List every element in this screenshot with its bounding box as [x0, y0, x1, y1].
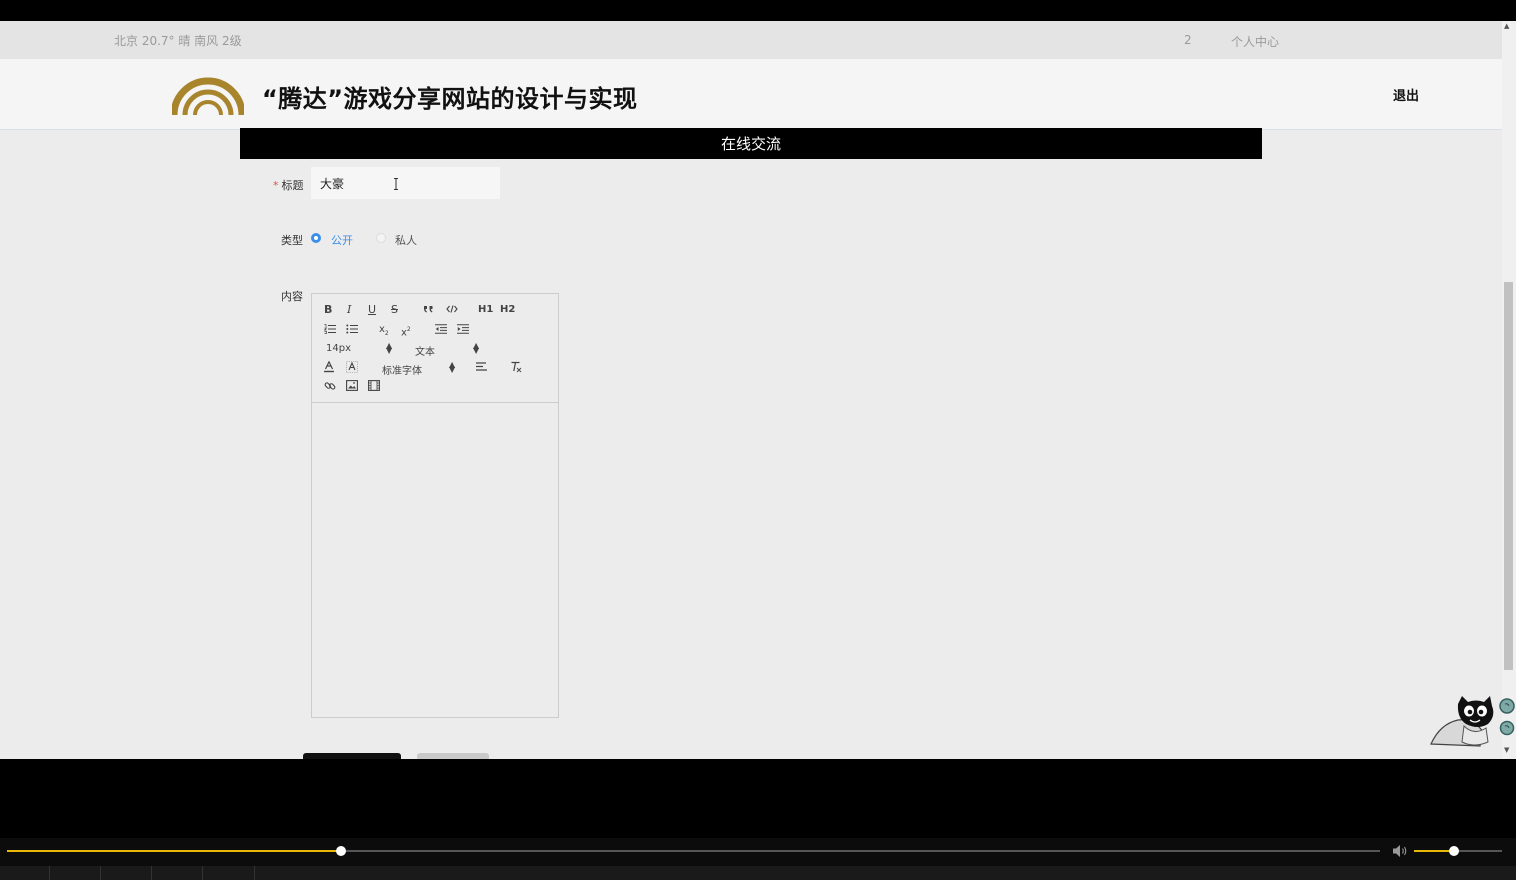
- clear-format-icon[interactable]: [510, 361, 522, 373]
- taskbar-item[interactable]: [203, 866, 255, 880]
- reset-button[interactable]: [417, 753, 489, 759]
- title-input[interactable]: [311, 167, 500, 199]
- weather-text: 北京 20.7° 晴 南风 2级: [114, 34, 242, 48]
- taskbar-item[interactable]: [152, 866, 203, 880]
- radio-public[interactable]: [311, 233, 321, 243]
- bottom-taskbar: [0, 866, 1516, 880]
- header-select-value: 文本: [415, 347, 435, 358]
- page: 北京 20.7° 晴 南风 2级 2 个人中心 “腾达”游戏分享网站的设计与实现…: [0, 21, 1502, 759]
- logout-button[interactable]: 退出: [1393, 85, 1419, 104]
- editor-content-area[interactable]: [312, 403, 558, 717]
- volume-handle[interactable]: [1448, 846, 1459, 856]
- message-count[interactable]: 2: [1184, 33, 1192, 47]
- site-logo-icon: [172, 77, 244, 116]
- radio-private[interactable]: [376, 233, 386, 243]
- taskbar-item[interactable]: [101, 866, 152, 880]
- header-select[interactable]: 文本 ▲ ▼: [415, 341, 480, 359]
- taskbar-item[interactable]: [0, 866, 50, 880]
- editor-toolbar: B I U S H1 H2 x2 x2 14px ▲ ▼ 文本 ▲ ▼ 标准字体…: [312, 294, 558, 403]
- select-arrows-icon: ▲ ▼: [473, 341, 480, 355]
- header1-button[interactable]: H1: [478, 304, 493, 316]
- italic-button[interactable]: I: [347, 304, 351, 316]
- image-icon[interactable]: [346, 380, 358, 391]
- scrollbar-thumb[interactable]: [1504, 282, 1513, 670]
- radio-public-label[interactable]: 公开: [331, 232, 353, 248]
- align-icon[interactable]: [476, 362, 488, 372]
- volume-track[interactable]: [1414, 846, 1502, 856]
- font-family-select[interactable]: 标准字体 ▲ ▼: [382, 360, 457, 378]
- font-family-value: 标准字体: [382, 366, 422, 377]
- site-title: “腾达”游戏分享网站的设计与实现: [262, 85, 638, 113]
- indent-icon[interactable]: [457, 324, 469, 334]
- code-icon[interactable]: [446, 304, 458, 314]
- font-size-value: 14px: [326, 343, 351, 354]
- type-label: 类型: [281, 234, 303, 247]
- subscript-icon[interactable]: x2: [379, 324, 389, 340]
- taskbar-item[interactable]: [50, 866, 101, 880]
- title-label-text: 标题: [281, 179, 304, 192]
- outdent-icon[interactable]: [435, 324, 447, 334]
- section-title-bar: 在线交流: [240, 128, 1262, 159]
- select-arrows-icon: ▲ ▼: [449, 360, 456, 374]
- site-header: “腾达”游戏分享网站的设计与实现 退出: [0, 59, 1502, 130]
- scroll-up-icon[interactable]: ▲: [1504, 22, 1509, 30]
- radio-private-label[interactable]: 私人: [395, 232, 417, 248]
- mascot-icon: [1430, 696, 1515, 747]
- required-mark: *: [273, 179, 279, 192]
- title-label: * 标题: [273, 177, 304, 193]
- superscript-icon[interactable]: x2: [401, 324, 411, 339]
- ordered-list-icon[interactable]: [324, 324, 336, 334]
- font-size-select[interactable]: 14px ▲ ▼: [326, 341, 393, 355]
- volume-icon[interactable]: [1392, 844, 1408, 858]
- progress-handle[interactable]: [335, 846, 346, 856]
- volume-fill: [1414, 850, 1454, 852]
- header2-button[interactable]: H2: [500, 304, 515, 316]
- top-info-bar: 北京 20.7° 晴 南风 2级 2 个人中心: [0, 21, 1502, 59]
- background-color-icon[interactable]: [346, 361, 358, 373]
- rich-text-editor: B I U S H1 H2 x2 x2 14px ▲ ▼ 文本 ▲ ▼ 标准字体…: [311, 293, 559, 718]
- video-icon[interactable]: [368, 380, 380, 391]
- link-icon[interactable]: [324, 380, 336, 392]
- content-label: 内容: [281, 290, 303, 303]
- font-color-icon[interactable]: [324, 361, 334, 373]
- user-center-link[interactable]: 个人中心: [1231, 33, 1279, 50]
- select-arrows-icon: ▲ ▼: [386, 341, 393, 355]
- strike-button[interactable]: S: [391, 304, 398, 316]
- quote-icon[interactable]: [423, 304, 434, 314]
- bold-button[interactable]: B: [324, 304, 332, 316]
- submit-button[interactable]: [303, 753, 401, 759]
- progress-fill: [7, 850, 341, 852]
- progress-track[interactable]: [7, 846, 1380, 856]
- underline-button[interactable]: U: [368, 304, 376, 316]
- text-cursor-icon: [394, 178, 398, 190]
- bullet-list-icon[interactable]: [346, 324, 358, 334]
